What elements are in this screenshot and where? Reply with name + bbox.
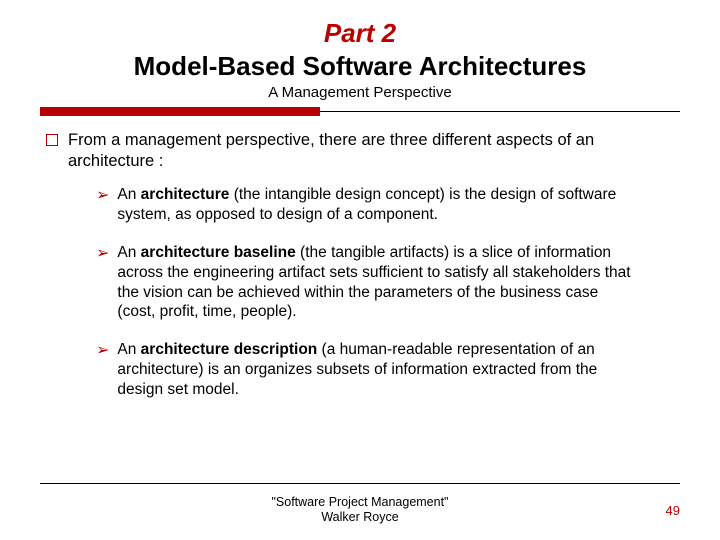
page-number: 49	[666, 503, 680, 518]
list-item: ➢ An architecture description (a human-r…	[96, 340, 640, 399]
item-lead: An	[117, 186, 140, 203]
item-text: An architecture baseline (the tangible a…	[117, 243, 640, 322]
list-item: ➢ An architecture (the intangible design…	[96, 185, 640, 225]
red-bar-icon	[40, 107, 320, 116]
cite-line-2: Walker Royce	[0, 510, 720, 526]
item-text: An architecture (the intangible design c…	[117, 185, 640, 225]
item-bold: architecture	[141, 186, 230, 203]
item-text: An architecture description (a human-rea…	[117, 340, 640, 399]
thin-line-icon	[320, 111, 680, 112]
slide-subtitle: A Management Perspective	[40, 84, 680, 101]
item-bold: architecture baseline	[141, 244, 296, 261]
arrow-bullet-icon: ➢	[96, 244, 109, 264]
item-lead: An	[117, 244, 140, 261]
intro-text: From a management perspective, there are…	[68, 130, 674, 171]
arrow-bullet-icon: ➢	[96, 186, 109, 206]
arrow-bullet-icon: ➢	[96, 341, 109, 361]
item-lead: An	[117, 341, 140, 358]
cite-line-1: "Software Project Management"	[0, 495, 720, 511]
square-bullet-icon	[46, 134, 58, 146]
footer-divider	[40, 483, 680, 484]
part-label: Part 2	[40, 18, 680, 49]
footer-citation: "Software Project Management" Walker Roy…	[0, 495, 720, 526]
intro-block: From a management perspective, there are…	[46, 130, 674, 171]
slide-title: Model-Based Software Architectures	[40, 51, 680, 82]
divider-bar	[40, 107, 680, 116]
list-item: ➢ An architecture baseline (the tangible…	[96, 243, 640, 322]
item-bold: architecture description	[141, 341, 318, 358]
